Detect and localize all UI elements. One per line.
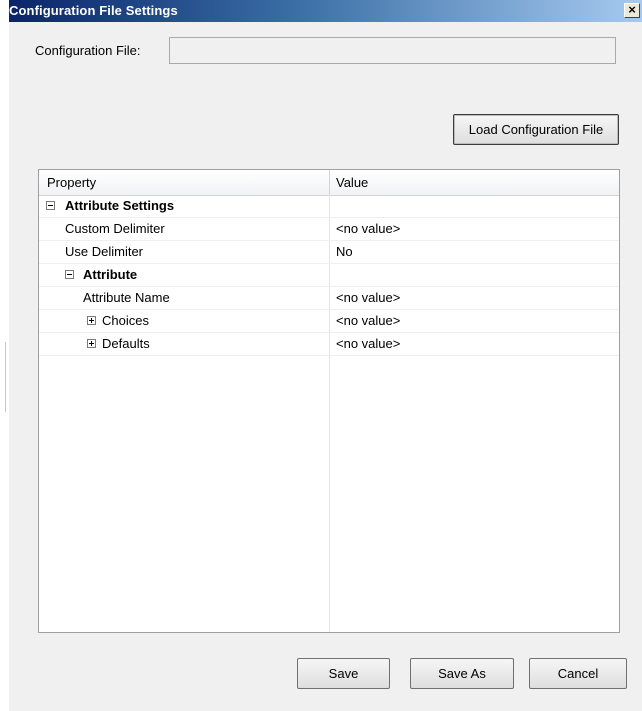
config-file-field[interactable] [169, 37, 616, 64]
collapse-icon[interactable] [65, 270, 74, 279]
property-value[interactable]: No [336, 244, 353, 259]
grid-row-attribute[interactable]: Attribute [39, 264, 619, 287]
save-as-button[interactable]: Save As [410, 658, 514, 689]
grid-row-choices[interactable]: Choices <no value> [39, 310, 619, 333]
property-value[interactable]: <no value> [336, 221, 400, 236]
grid-row-attribute-name[interactable]: Attribute Name <no value> [39, 287, 619, 310]
property-name: Use Delimiter [65, 244, 144, 259]
cancel-button[interactable]: Cancel [529, 658, 627, 689]
background-window-edge [0, 342, 6, 412]
expand-icon[interactable] [87, 316, 96, 325]
grid-row-defaults[interactable]: Defaults <no value> [39, 333, 619, 356]
load-config-button[interactable]: Load Configuration File [453, 114, 619, 145]
save-button[interactable]: Save [297, 658, 390, 689]
grid-header: Property Value [39, 170, 619, 196]
config-file-label: Configuration File: [35, 43, 141, 58]
value-column-header[interactable]: Value [336, 175, 368, 190]
window-title: Configuration File Settings [9, 3, 178, 18]
property-name: Custom Delimiter [65, 221, 165, 236]
title-bar: Configuration File Settings × [9, 0, 642, 22]
config-settings-dialog: Configuration File Settings × Configurat… [9, 0, 642, 711]
grid-row-attribute-settings[interactable]: Attribute Settings [39, 195, 619, 218]
property-name: Attribute Name [83, 290, 170, 305]
property-name: Attribute [83, 267, 138, 282]
close-icon: × [628, 2, 636, 17]
property-column-header[interactable]: Property [47, 175, 96, 190]
property-name: Choices [102, 313, 149, 328]
property-value[interactable]: <no value> [336, 313, 400, 328]
property-grid: Property Value Attribute Settings Custom… [38, 169, 620, 633]
property-name: Defaults [102, 336, 150, 351]
grid-row-use-delimiter[interactable]: Use Delimiter No [39, 241, 619, 264]
close-button[interactable]: × [624, 3, 640, 18]
expand-icon[interactable] [87, 339, 96, 348]
grid-row-custom-delimiter[interactable]: Custom Delimiter <no value> [39, 218, 619, 241]
column-divider[interactable] [329, 170, 330, 195]
property-name: Attribute Settings [65, 198, 175, 213]
collapse-icon[interactable] [46, 201, 55, 210]
property-value[interactable]: <no value> [336, 290, 400, 305]
property-value[interactable]: <no value> [336, 336, 400, 351]
